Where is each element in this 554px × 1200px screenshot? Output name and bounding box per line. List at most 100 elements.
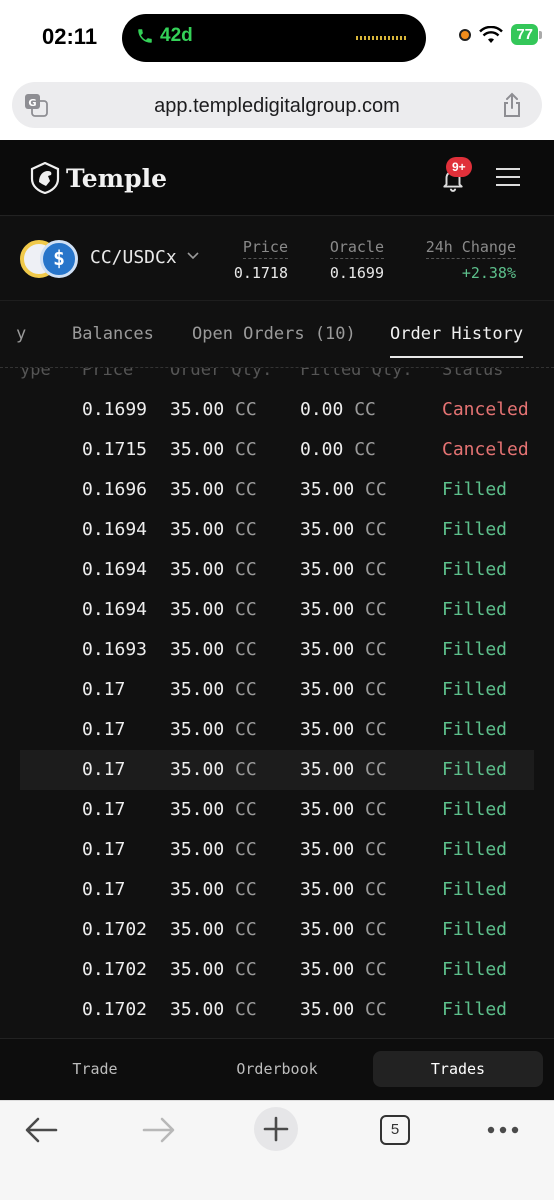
tab-history-partial[interactable]: y — [16, 324, 26, 344]
row-price: 0.17 — [82, 799, 126, 820]
table-row[interactable]: 0.1699 35.00 CC 0.00 CC Canceled — [0, 390, 554, 430]
table-row[interactable]: 0.17 35.00 CC 35.00 CC Filled — [0, 830, 554, 870]
table-row[interactable]: 0.1694 35.00 CC 35.00 CC Filled — [0, 550, 554, 590]
row-status: Filled — [442, 599, 508, 620]
table-row[interactable]: 0.1702 35.00 CC 35.00 CC Filled — [0, 950, 554, 990]
temple-logo-icon — [30, 162, 60, 194]
filled-qty-unit: CC — [365, 999, 387, 1020]
row-status: Canceled — [442, 439, 529, 460]
chevron-down-icon[interactable] — [186, 248, 200, 262]
new-tab-button[interactable] — [254, 1107, 298, 1151]
order-qty-value: 35.00 — [170, 599, 225, 620]
row-status: Filled — [442, 879, 508, 900]
table-row[interactable]: 0.1715 35.00 CC 0.00 CC Canceled — [0, 430, 554, 470]
order-qty-value: 35.00 — [170, 839, 225, 860]
order-qty-value: 35.00 — [170, 479, 225, 500]
order-qty-value: 35.00 — [170, 879, 225, 900]
order-qty-value: 35.00 — [170, 919, 225, 940]
dynamic-island[interactable]: 42d — [122, 14, 426, 62]
url-text[interactable]: app.templedigitalgroup.com — [12, 95, 542, 118]
row-order-qty: 35.00 CC — [170, 839, 257, 860]
tab-trade[interactable]: Trade — [10, 1051, 180, 1087]
order-qty-unit: CC — [235, 599, 257, 620]
table-row[interactable]: 0.1693 35.00 CC 35.00 CC Filled — [0, 630, 554, 670]
tab-order-history[interactable]: Order History — [390, 324, 524, 358]
row-filled-qty: 35.00 CC — [300, 799, 387, 820]
wifi-icon — [479, 25, 504, 43]
filled-qty-unit: CC — [365, 719, 387, 740]
account-tabs: y Balances Open Orders (10) Order Histor… — [0, 302, 554, 368]
filled-qty-unit: CC — [365, 919, 387, 940]
price-label: Price — [242, 238, 288, 259]
col-status: Status — [442, 368, 504, 380]
row-order-qty: 35.00 CC — [170, 719, 257, 740]
row-filled-qty: 35.00 CC — [300, 759, 387, 780]
plus-icon — [263, 1116, 289, 1142]
table-row[interactable]: 0.17 35.00 CC 35.00 CC Filled — [0, 670, 554, 710]
share-icon[interactable] — [500, 92, 524, 118]
order-qty-unit: CC — [235, 879, 257, 900]
order-qty-unit: CC — [235, 679, 257, 700]
phone-icon — [138, 29, 152, 43]
row-status: Canceled — [442, 399, 529, 420]
forward-arrow-icon[interactable] — [142, 1115, 176, 1145]
pair-selector[interactable]: CC/USDCx — [90, 247, 177, 268]
filled-qty-unit: CC — [354, 439, 376, 460]
call-duration: 42d — [160, 25, 193, 46]
oracle-value: 0.1699 — [329, 264, 384, 282]
order-qty-value: 35.00 — [170, 999, 225, 1020]
order-qty-unit: CC — [235, 479, 257, 500]
row-price: 0.17 — [82, 719, 126, 740]
filled-qty-value: 35.00 — [300, 839, 355, 860]
table-row[interactable]: 0.1702 35.00 CC 35.00 CC Filled — [0, 990, 554, 1030]
filled-qty-value: 0.00 — [300, 439, 344, 460]
audio-waveform — [356, 36, 408, 40]
row-status: Filled — [442, 759, 508, 780]
tab-orderbook[interactable]: Orderbook — [192, 1051, 362, 1087]
row-status: Filled — [442, 799, 508, 820]
menu-icon[interactable] — [496, 168, 520, 188]
table-row[interactable]: 0.17 35.00 CC 35.00 CC Filled — [20, 750, 534, 790]
table-row[interactable]: 0.1696 35.00 CC 35.00 CC Filled — [0, 470, 554, 510]
address-bar[interactable]: G app.templedigitalgroup.com — [12, 82, 542, 128]
table-row[interactable]: 0.17 35.00 CC 35.00 CC Filled — [0, 710, 554, 750]
order-qty-value: 35.00 — [170, 719, 225, 740]
row-filled-qty: 35.00 CC — [300, 519, 387, 540]
table-row[interactable]: 0.17 35.00 CC 35.00 CC Filled — [0, 870, 554, 910]
change-stat: 24h Change +2.38% — [420, 237, 516, 282]
table-row[interactable]: 0.17 35.00 CC 35.00 CC Filled — [0, 790, 554, 830]
row-status: Filled — [442, 999, 508, 1020]
order-qty-value: 35.00 — [170, 559, 225, 580]
row-order-qty: 35.00 CC — [170, 479, 257, 500]
order-qty-unit: CC — [235, 719, 257, 740]
temple-logo[interactable]: Temple — [30, 162, 167, 194]
row-status: Filled — [442, 519, 508, 540]
filled-qty-unit: CC — [365, 759, 387, 780]
table-row[interactable]: 0.1702 35.00 CC 35.00 CC Filled — [0, 910, 554, 950]
order-qty-unit: CC — [235, 639, 257, 660]
row-filled-qty: 35.00 CC — [300, 839, 387, 860]
order-qty-value: 35.00 — [170, 519, 225, 540]
filled-qty-unit: CC — [365, 519, 387, 540]
row-filled-qty: 35.00 CC — [300, 879, 387, 900]
browser-toolbar: 5 — [0, 1100, 554, 1200]
tab-balances[interactable]: Balances — [72, 324, 154, 344]
more-icon[interactable] — [486, 1125, 520, 1135]
row-price: 0.1702 — [82, 959, 148, 980]
call-indicator[interactable]: 42d — [136, 25, 193, 47]
filled-qty-unit: CC — [365, 959, 387, 980]
tabs-icon[interactable]: 5 — [380, 1115, 410, 1145]
row-filled-qty: 35.00 CC — [300, 639, 387, 660]
order-qty-value: 35.00 — [170, 399, 225, 420]
back-arrow-icon[interactable] — [24, 1115, 58, 1145]
order-qty-value: 35.00 — [170, 799, 225, 820]
filled-qty-unit: CC — [365, 479, 387, 500]
table-row[interactable]: 0.1694 35.00 CC 35.00 CC Filled — [0, 510, 554, 550]
filled-qty-value: 35.00 — [300, 519, 355, 540]
table-row[interactable]: 0.1694 35.00 CC 35.00 CC Filled — [0, 590, 554, 630]
filled-qty-value: 35.00 — [300, 639, 355, 660]
tab-open-orders[interactable]: Open Orders (10) — [192, 324, 356, 344]
tab-trades[interactable]: Trades — [373, 1051, 543, 1087]
order-qty-unit: CC — [235, 799, 257, 820]
row-status: Filled — [442, 719, 508, 740]
